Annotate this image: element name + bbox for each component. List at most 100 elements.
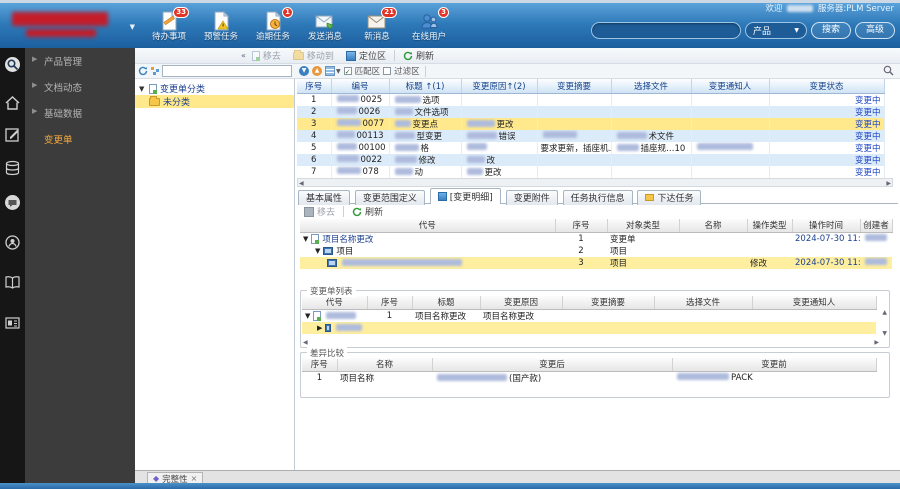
id-card-icon[interactable] [4, 314, 21, 331]
search-category-dropdown[interactable]: 产品 ▼ [744, 22, 807, 39]
table-row[interactable]: 5 00100 格 要求更新，插座机… 插座规…10 变更中 [297, 141, 885, 154]
table-row[interactable]: 1 项目名称 (国产款) PACK [302, 371, 876, 384]
todo-badge: 33 [173, 7, 189, 18]
tree-node-uncategorized[interactable]: 未分类 [135, 95, 294, 108]
expand-triangle-icon: ▶ [32, 55, 38, 63]
collapse-triangle-icon[interactable]: ▼ [303, 235, 308, 243]
edit-icon[interactable] [4, 126, 21, 143]
warning-document-icon [214, 10, 230, 31]
global-search-bar: 产品 ▼ 搜索 高级 [590, 22, 895, 39]
find-prev-button[interactable]: ▲ [312, 66, 322, 76]
grid-tab-icon [437, 192, 447, 201]
collapse-triangle-icon[interactable]: ▼ [139, 85, 146, 93]
send-mail-icon [315, 15, 334, 30]
table-row-selected[interactable]: ▶ [302, 321, 876, 334]
refresh-icon [403, 51, 413, 60]
diff-header-row[interactable]: 序号 名称 变更后 变更前 [302, 358, 877, 372]
table-row[interactable]: 7 078 动 更改 变更中 [297, 165, 885, 178]
difference-compare-title: 差异比较 [307, 347, 348, 359]
tree-search-area [138, 65, 292, 77]
table-row[interactable]: 6 0022 修改 改 变更中 [297, 153, 885, 166]
send-message-button[interactable]: 发送消息 [299, 9, 351, 47]
support-target-icon[interactable] [4, 234, 21, 251]
detail-refresh-button[interactable]: 刷新 [346, 205, 389, 219]
order-list-header-row[interactable]: 代号 序号 标题 变更原因 变更摘要 选择文件 变更通知人 [302, 296, 877, 310]
tab-change-attachments[interactable]: 变更附件 [505, 189, 558, 205]
main-content: « 移去 移动到 定位区 刷新 ▼ ▲ ▼ ✓ 匹配区 过滤区 ▼ 变更单分类 … [135, 48, 900, 470]
table-row[interactable]: ▼ 项目 2 项目 [300, 245, 892, 257]
tab-dispatch-task[interactable]: 下达任务 [637, 189, 702, 205]
overdue-tasks-button[interactable]: 1 逾期任务 [247, 7, 299, 47]
new-messages-button[interactable]: 21 新消息 [351, 7, 403, 47]
global-search-input[interactable] [590, 22, 741, 39]
locate-button[interactable]: 定位区 [340, 49, 392, 63]
alert-tasks-label: 预警任务 [203, 32, 238, 42]
tree-root-node[interactable]: ▼ 变更单分类 [135, 82, 294, 95]
diamond-icon: ◆ [153, 474, 160, 483]
tree-refresh-icon[interactable] [138, 66, 148, 76]
online-users-button[interactable]: 3 在线用户 [403, 7, 455, 47]
column-options-dropdown[interactable]: ▼ [325, 66, 341, 76]
table-row-selected[interactable]: 3 0077 变更点 更改 变更中 [297, 117, 885, 130]
search-icon[interactable] [883, 65, 894, 76]
exclude-checkbox[interactable] [383, 67, 392, 75]
horizontal-scrollbar[interactable]: ◀ ▶ [297, 178, 893, 187]
home-icon[interactable] [4, 94, 21, 111]
table-row[interactable]: 4 00113 型变更 错误 术文件 变更中 [297, 129, 885, 142]
sidebar-item-document-activity[interactable]: ▶ 文档动态 [25, 74, 135, 100]
expand-triangle-icon[interactable]: ▶ [317, 324, 322, 332]
table-row[interactable]: ▼ 项目名称更改 1 变更单 2024-07-30 11:34 [300, 232, 892, 245]
app-logo-icon[interactable] [4, 56, 21, 73]
todo-items-button[interactable]: 33 待办事项 [143, 7, 195, 47]
advanced-search-button[interactable]: 高级 [854, 22, 895, 39]
grid-icon [325, 66, 335, 76]
document-icon [251, 50, 260, 61]
tab-task-execution[interactable]: 任务执行信息 [562, 189, 633, 205]
move-to-button[interactable]: 移动到 [287, 49, 340, 63]
collapse-triangle-icon[interactable]: ▼ [305, 312, 310, 320]
close-icon[interactable]: × [191, 474, 198, 483]
alert-tasks-button[interactable]: 预警任务 [195, 9, 247, 47]
folder-icon [149, 95, 160, 106]
overdue-clock-icon [266, 10, 282, 31]
remove-button[interactable]: 移去 [246, 49, 287, 63]
grid-header-row[interactable]: 序号 编号 标题 ↑(1) 变更原因↑(2) 变更摘要 选择文件 变更通知人 变更状态 [297, 79, 885, 94]
sidebar-menu: ▶ 产品管理 ▶ 文档动态 ▶ 基础数据 变更单 [25, 48, 135, 483]
toolbar-separator [393, 50, 395, 61]
find-next-button[interactable]: ▼ [299, 66, 309, 76]
refresh-button[interactable]: 刷新 [397, 49, 440, 63]
project-icon [323, 246, 334, 255]
table-row-selected[interactable]: 3 项目 修改 2024-07-30 11:34 [300, 256, 892, 269]
match-checkbox[interactable]: ✓ [343, 67, 352, 76]
brand-logo[interactable]: ▼ [10, 9, 135, 43]
tab-change-scope[interactable]: 变更范围定义 [354, 189, 425, 205]
table-row[interactable]: 2 0026 文件选项 变更中 [297, 105, 885, 118]
logo-dropdown-caret-icon[interactable]: ▼ [130, 23, 135, 31]
sidebar-item-base-data[interactable]: ▶ 基础数据 [25, 100, 135, 126]
document-icon [313, 310, 322, 321]
project-icon [327, 258, 337, 267]
sidebar-item-product-management[interactable]: ▶ 产品管理 [25, 48, 135, 74]
detail-header-row[interactable]: 代号 序号 对象类型 名称 操作类型 操作时间 创建者 [300, 219, 893, 233]
chevron-down-icon: ▼ [794, 27, 799, 34]
collapse-triangle-icon[interactable]: ▼ [315, 247, 320, 255]
new-messages-badge: 21 [381, 7, 397, 18]
book-icon[interactable] [4, 274, 21, 291]
folder-tab-icon [645, 194, 655, 201]
database-icon[interactable] [4, 160, 21, 177]
tab-basic-properties[interactable]: 基本属性 [298, 189, 351, 205]
match-checkbox-label: 匹配区 [354, 67, 381, 77]
new-messages-label: 新消息 [364, 32, 390, 42]
tab-change-detail[interactable]: [变更明细] [429, 188, 501, 204]
table-row[interactable]: 1 0025 选项 变更中 [297, 93, 885, 106]
tree-filter-input[interactable] [162, 65, 292, 77]
detail-remove-button[interactable]: 移去 [298, 205, 341, 219]
change-order-list-title: 变更单列表 [307, 285, 356, 297]
search-button[interactable]: 搜索 [810, 22, 851, 39]
difference-compare-box: 差异比较 序号 名称 变更后 变更前 1 项目名称 (国产款) PACK [300, 347, 890, 398]
tree-structure-icon[interactable] [150, 66, 160, 76]
sidebar-item-change-order[interactable]: 变更单 [25, 126, 135, 152]
table-row[interactable]: ▼ 1 项目名称更改 项目名称更改 [302, 309, 876, 322]
online-users-badge: 3 [438, 7, 449, 18]
chat-icon[interactable] [4, 194, 21, 211]
